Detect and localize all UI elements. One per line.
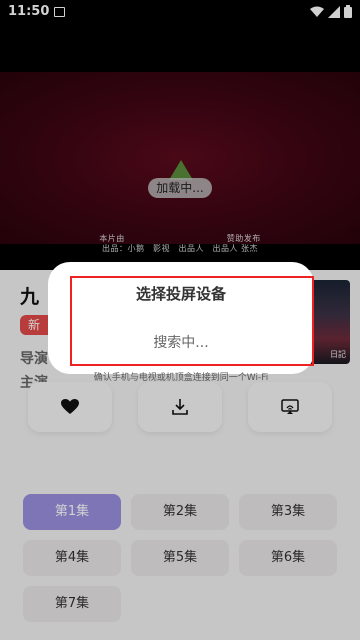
dialog-hint: 确认手机与电视或机顶盒连接到同一个Wi-Fi: [93, 373, 269, 383]
dialog-search-status: 搜索中...: [153, 335, 209, 351]
dialog-title: 选择投屏设备: [135, 285, 226, 303]
